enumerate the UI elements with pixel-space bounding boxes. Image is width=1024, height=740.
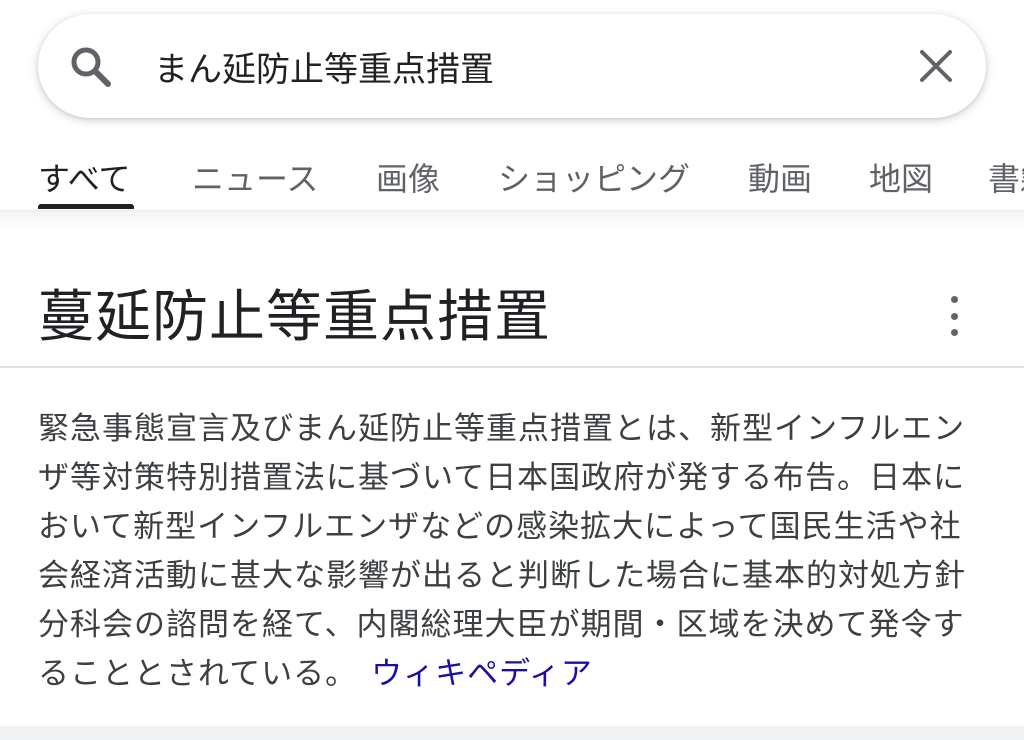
- close-icon: [920, 50, 952, 82]
- more-vert-icon-dot: [950, 329, 958, 336]
- description-line: 分科会の諮問を経て、内閣総理大臣が期間・区域を決めて発令す: [38, 607, 965, 643]
- knowledge-panel-description: 緊急事態宣言及びまん延防止等重点措置とは、新型インフルエン ザ等対策特別措置法に…: [38, 405, 986, 699]
- more-options-button[interactable]: [938, 296, 970, 336]
- description-line-last: ることとされている。 ウィキペディア: [38, 650, 986, 699]
- active-tab-indicator: [38, 204, 134, 209]
- knowledge-panel-title: 蔓延防止等重点措置: [38, 285, 551, 350]
- description-line: 会経済活動に甚大な影響が出ると判断した場合に基本的対処方針: [38, 558, 966, 594]
- description-line: 緊急事態宣言及びまん延防止等重点措置とは、新型インフルエン: [38, 411, 966, 447]
- tab-shopping[interactable]: ショッピング: [498, 154, 690, 200]
- wikipedia-source-link[interactable]: ウィキペディア: [371, 656, 593, 692]
- clear-search-button[interactable]: [914, 44, 958, 88]
- more-vert-icon: [950, 296, 958, 303]
- tab-books[interactable]: 書籍: [988, 154, 1024, 200]
- description-line: おいて新型インフルエンザなどの感染拡大によって国民生活や社: [38, 509, 962, 545]
- search-input[interactable]: [154, 36, 894, 96]
- tab-all[interactable]: すべて: [38, 154, 130, 200]
- search-tabs: すべて ニュース 画像 ショッピング 動画 地図 書籍: [0, 140, 1024, 210]
- knowledge-panel-divider: [0, 366, 1024, 368]
- section-separator: [0, 726, 1024, 740]
- tab-maps[interactable]: 地図: [869, 154, 933, 200]
- tab-news[interactable]: ニュース: [192, 154, 318, 200]
- search-icon[interactable]: [68, 44, 114, 90]
- description-line: ザ等対策特別措置法に基づいて日本国政府が発する布告。日本に: [38, 460, 966, 496]
- tab-images[interactable]: 画像: [376, 154, 440, 200]
- tab-videos[interactable]: 動画: [748, 154, 812, 200]
- search-bar: [38, 14, 986, 118]
- tabs-shadow: [0, 211, 1024, 229]
- description-line-text: ることとされている。: [38, 656, 358, 692]
- more-vert-icon-dot: [950, 312, 958, 320]
